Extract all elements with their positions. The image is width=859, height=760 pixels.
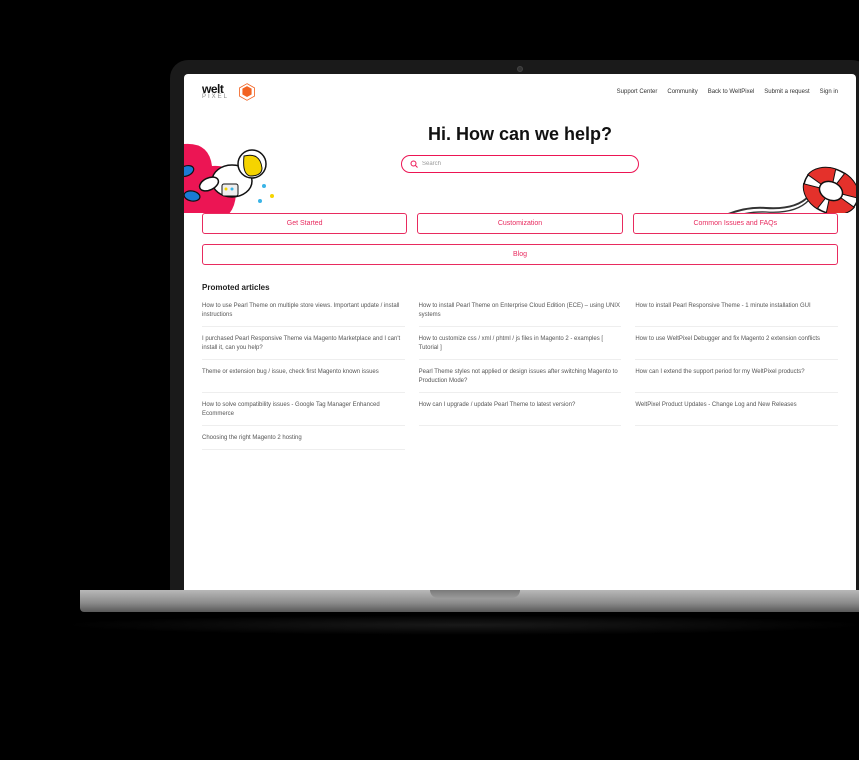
nav-links: Support Center Community Back to WeltPix… <box>617 89 838 95</box>
article-link[interactable]: How can I extend the support period for … <box>635 368 838 393</box>
article-link[interactable]: Choosing the right Magento 2 hosting <box>202 434 405 450</box>
logo-group[interactable]: welt PIXEL <box>202 82 257 102</box>
logo-subtext: PIXEL <box>202 95 229 100</box>
laptop-notch <box>430 590 520 598</box>
search-icon <box>410 160 418 168</box>
nav-submit-request[interactable]: Submit a request <box>764 89 809 95</box>
article-link[interactable]: How to customize css / xml / phtml / js … <box>419 335 622 360</box>
nav-back-to-weltpixel[interactable]: Back to WeltPixel <box>708 89 755 95</box>
article-grid: How to use Pearl Theme on multiple store… <box>202 302 838 450</box>
category-customization[interactable]: Customization <box>417 213 622 234</box>
article-link[interactable]: I purchased Pearl Responsive Theme via M… <box>202 335 405 360</box>
category-get-started[interactable]: Get Started <box>202 213 407 234</box>
search-wrap[interactable] <box>401 155 639 173</box>
category-buttons: Get Started Customization Common Issues … <box>184 213 856 265</box>
logo-welt: welt PIXEL <box>202 84 229 99</box>
article-link[interactable]: How can I upgrade / update Pearl Theme t… <box>419 401 622 426</box>
article-link[interactable]: How to install Pearl Responsive Theme - … <box>635 302 838 327</box>
nav-community[interactable]: Community <box>667 89 697 95</box>
lifebuoy-illustration <box>711 156 856 213</box>
article-link[interactable]: How to use WeltPixel Debugger and fix Ma… <box>635 335 838 360</box>
laptop-base <box>80 590 859 612</box>
article-link[interactable]: How to install Pearl Theme on Enterprise… <box>419 302 622 327</box>
category-common-issues[interactable]: Common Issues and FAQs <box>633 213 838 234</box>
article-link[interactable]: How to use Pearl Theme on multiple store… <box>202 302 405 327</box>
promoted-heading: Promoted articles <box>202 283 838 292</box>
astronaut-illustration <box>184 126 284 213</box>
article-link[interactable]: WeltPixel Product Updates - Change Log a… <box>635 401 838 426</box>
laptop-frame: welt PIXEL Support Center Community Back… <box>170 60 859 590</box>
laptop-shadow <box>60 615 859 635</box>
screen-content: welt PIXEL Support Center Community Back… <box>184 74 856 590</box>
laptop-camera <box>517 66 523 72</box>
hero-section: Hi. How can we help? <box>184 106 856 213</box>
hero-title: Hi. How can we help? <box>184 124 856 145</box>
nav-support-center[interactable]: Support Center <box>617 89 658 95</box>
article-link[interactable]: Theme or extension bug / issue, check fi… <box>202 368 405 393</box>
search-input[interactable] <box>422 161 630 167</box>
promoted-section: Promoted articles How to use Pearl Theme… <box>184 265 856 460</box>
nav-sign-in[interactable]: Sign in <box>820 89 838 95</box>
article-link[interactable]: Pearl Theme styles not applied or design… <box>419 368 622 393</box>
topbar: welt PIXEL Support Center Community Back… <box>184 74 856 106</box>
magento-badge-icon <box>237 82 257 102</box>
category-blog[interactable]: Blog <box>202 244 838 265</box>
article-link[interactable]: How to solve compatibility issues - Goog… <box>202 401 405 426</box>
